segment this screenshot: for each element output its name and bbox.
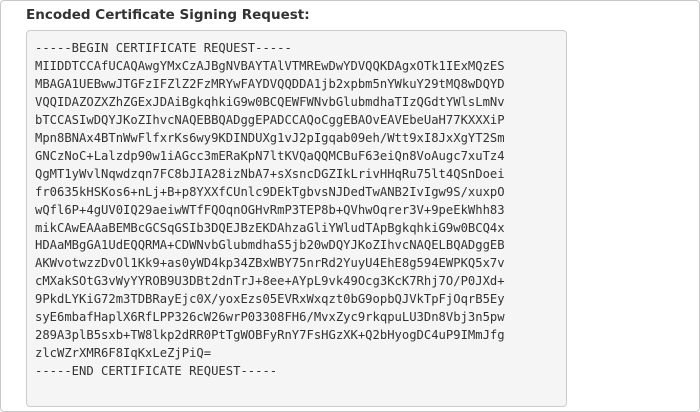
csr-line: fr0635kHSKos6+nLj+B+p8YXXfCUnlc9DEkTgbvs… bbox=[35, 184, 505, 199]
csr-line: GNCzNoC+Lalzdp90w1iAGcc3mERaKpN7ltKVQaQQ… bbox=[35, 148, 505, 163]
csr-text-area[interactable]: -----BEGIN CERTIFICATE REQUEST----- MIID… bbox=[26, 30, 567, 407]
csr-line: VQQIDAZOZXZhZGExJDAiBgkqhkiG9w0BCQEWFWNv… bbox=[35, 94, 505, 109]
csr-line: MBAGA1UEBwwJTGFzIFZlZ2FzMRYwFAYDVQQDDA1j… bbox=[35, 76, 505, 91]
csr-line: AKWvotwzzDvOl1Kk9+as0yWD4kp34ZBxWBY75nrR… bbox=[35, 256, 505, 271]
csr-line: mikCAwEAAaBEMBcGCSqGSIb3DQEJBzEKDAhzaGli… bbox=[35, 220, 505, 235]
csr-line: 289A3plB5sxb+TW8lkp2dRR0PtTgWOBFyRnY7FsH… bbox=[35, 328, 505, 343]
csr-line: -----END CERTIFICATE REQUEST----- bbox=[35, 364, 278, 379]
csr-line: MIIDDTCCAfUCAQAwgYMxCzAJBgNVBAYTAlVTMREw… bbox=[35, 58, 505, 73]
csr-line: bTCCASIwDQYJKoZIhvcNAQEBBQADggEPADCCAQoC… bbox=[35, 112, 505, 127]
csr-line: wQfl6P+4gUV0IQ29aeiwWTfFQOqnOGHvRmP3TEP8… bbox=[35, 202, 505, 217]
csr-line: HDAaMBgGA1UdEQQRMA+CDWNvbGlubmdhaS5jb20w… bbox=[35, 238, 505, 253]
csr-line: Mpn8BNAx4BTnWwFlfxrKs6wy9KDINDUXg1vJ2pIg… bbox=[35, 130, 505, 145]
csr-line: cMXakSOtG3vWyYYROB9U3DBt2dnTrJ+8ee+AYpL9… bbox=[35, 274, 505, 289]
csr-line: 9PkdLYKiG72m3TDBRayEjc0X/yoxEzs05EVRxWxq… bbox=[35, 292, 505, 307]
csr-line: QgMT1yWvlNqwdzqn7FC8bJIA28izNbA7+sXsncDG… bbox=[35, 166, 505, 181]
csr-line: zlcWZrXMR6F8IqKxLeZjPiQ= bbox=[35, 346, 212, 361]
csr-line: -----BEGIN CERTIFICATE REQUEST----- bbox=[35, 41, 292, 55]
csr-field-label: Encoded Certificate Signing Request: bbox=[26, 7, 310, 23]
page-frame: Encoded Certificate Signing Request: ---… bbox=[0, 0, 700, 412]
csr-line: syE6mbafHaplX6RfLPP326cW26wrP03308FH6/Mv… bbox=[35, 310, 505, 325]
